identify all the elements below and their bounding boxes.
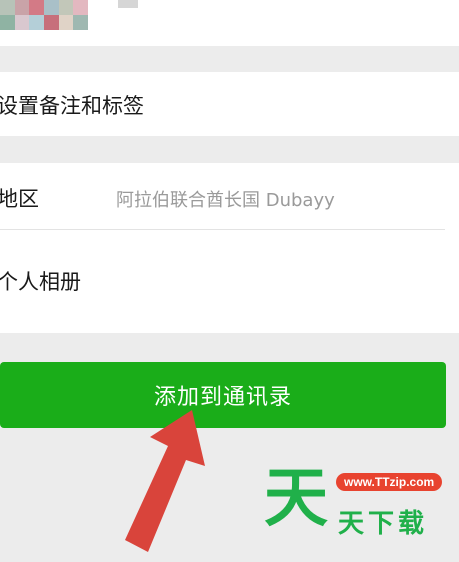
add-to-contacts-button[interactable]: 添加到通讯录 xyxy=(0,362,446,428)
avatar-tile xyxy=(44,0,59,15)
avatar-tile xyxy=(0,15,15,30)
arrow-shape xyxy=(125,410,205,552)
contact-profile-page: 设置备注和标签 地区 阿拉伯联合酋长国 Dubayy 个人相册 添加到通讯录 天… xyxy=(0,0,459,562)
watermark-logo: 天 www.TTzip.com 天下载 xyxy=(264,463,454,543)
album-label: 个人相册 xyxy=(0,270,81,294)
album-row[interactable]: 个人相册 xyxy=(0,230,459,333)
avatar-tile xyxy=(29,15,44,30)
watermark-text: 天下载 xyxy=(338,509,429,539)
avatar-tile xyxy=(58,0,74,15)
avatar[interactable] xyxy=(0,0,88,30)
remarks-tags-row[interactable]: 设置备注和标签 xyxy=(0,72,459,136)
region-row: 地区 阿拉伯联合酋长国 Dubayy xyxy=(0,163,459,229)
avatar-tile xyxy=(0,0,15,15)
region-label: 地区 xyxy=(0,187,39,211)
avatar-tile xyxy=(58,15,74,30)
info-group: 地区 阿拉伯联合酋长国 Dubayy 个人相册 xyxy=(0,163,459,333)
avatar-tile xyxy=(73,0,88,15)
avatar-tile xyxy=(29,0,44,15)
watermark-url: www.TTzip.com xyxy=(336,473,443,491)
avatar-tile xyxy=(44,15,59,30)
avatar-tile xyxy=(14,15,30,30)
region-value: 阿拉伯联合酋长国 Dubayy xyxy=(116,190,335,211)
name-placeholder xyxy=(118,0,138,8)
remarks-tags-label: 设置备注和标签 xyxy=(0,94,144,118)
profile-header xyxy=(0,0,459,46)
avatar-tile xyxy=(73,15,88,30)
watermark-big-char: 天 xyxy=(264,462,328,536)
avatar-tile xyxy=(14,0,30,15)
